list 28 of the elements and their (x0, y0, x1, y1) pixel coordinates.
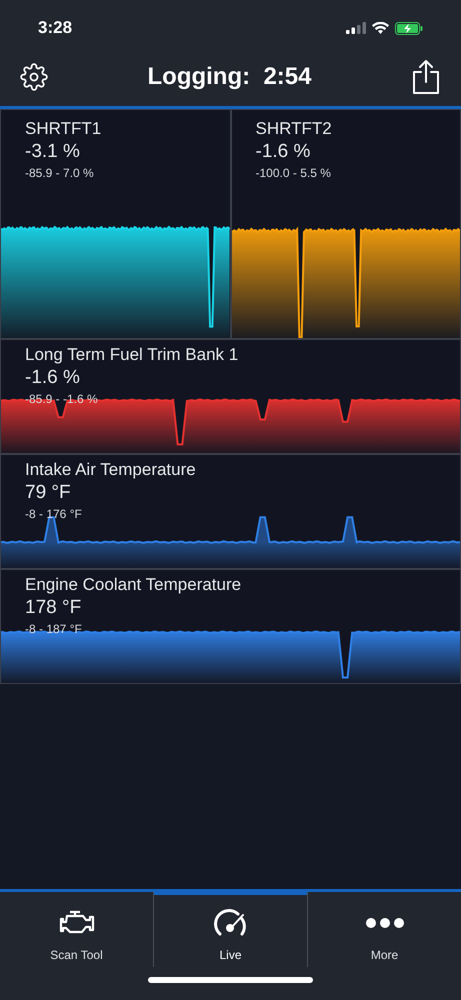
gauge-value: -1.6 % (256, 140, 310, 164)
gauge-range: -100.0 - 5.5 % (256, 165, 331, 182)
gauge-name: SHRTFT1 (25, 118, 102, 140)
gauge-range: -8 - 176 °F (25, 506, 82, 523)
gauge-name: Engine Coolant Temperature (25, 574, 242, 596)
gauge-range: -85.9 - 7.0 % (25, 165, 94, 182)
gauge-value: -1.6 % (25, 366, 80, 390)
tab-button[interactable]: Live (153, 892, 307, 967)
battery-charging-icon (395, 22, 423, 34)
tab-button[interactable]: More (307, 892, 461, 967)
gauge-name: Intake Air Temperature (25, 459, 196, 481)
signal-icon (346, 22, 366, 34)
gauge-value: 79 °F (25, 481, 71, 505)
settings-icon[interactable] (20, 63, 48, 91)
gauge-tile[interactable]: SHRTFT2 -1.6 % -100.0 - 5.5 % (230, 109, 461, 339)
wifi-icon (372, 22, 389, 34)
header-title: Logging: 2:54 (148, 62, 312, 92)
tab-button[interactable]: Scan Tool (0, 892, 153, 967)
gauge-tile[interactable]: Intake Air Temperature 79 °F -8 - 176 °F (0, 454, 461, 569)
speedometer-icon (214, 909, 248, 937)
more-icon (364, 917, 404, 929)
gauge-name: SHRTFT2 (256, 118, 332, 140)
share-icon[interactable] (411, 59, 441, 95)
gauge-name: Long Term Fuel Trim Bank 1 (25, 344, 238, 366)
gauge-value: -3.1 % (25, 140, 80, 164)
status-time: 3:28 (38, 17, 72, 40)
gauge-tile[interactable]: SHRTFT1 -3.1 % -85.9 - 7.0 % (0, 109, 230, 339)
gauge-value: 178 °F (25, 596, 82, 620)
